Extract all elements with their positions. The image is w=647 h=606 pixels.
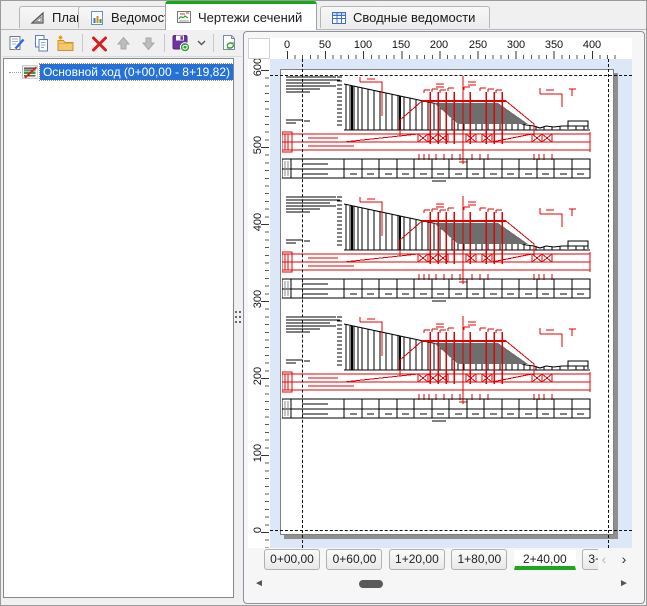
route-icon xyxy=(22,65,38,79)
cross-section-drawing xyxy=(282,194,594,304)
station-tab-0-60[interactable]: 0+60,00 xyxy=(326,549,382,570)
chevron-down-icon xyxy=(197,40,206,46)
horizontal-scrollbar[interactable]: ◄ ► xyxy=(244,576,644,592)
station-prev-button[interactable]: ‹ xyxy=(596,550,612,568)
refresh-document-button[interactable] xyxy=(219,32,241,54)
print-margin-line xyxy=(302,59,303,548)
copy-button[interactable] xyxy=(30,32,52,54)
arrow-down-icon xyxy=(139,34,158,53)
cross-section-drawing xyxy=(282,74,594,184)
hruler-label: 200 xyxy=(430,39,448,51)
tab-svodnye-vedomosti[interactable]: Сводные ведомости xyxy=(320,6,490,28)
drawing-canvas[interactable] xyxy=(270,59,632,548)
report-icon xyxy=(89,10,105,26)
new-folder-button[interactable] xyxy=(55,32,77,54)
vertical-ruler: 600 500 400 300 200 100 0 xyxy=(248,59,270,548)
hruler-label: 150 xyxy=(392,39,410,51)
tab-svodnye-label: Сводные ведомости xyxy=(353,10,475,25)
station-tabs: 0+00,00 0+60,00 1+20,00 1+80,00 2+40,00 … xyxy=(264,549,598,575)
save-icon xyxy=(171,33,191,53)
hruler-label: 250 xyxy=(469,39,487,51)
edit-button[interactable] xyxy=(6,32,28,54)
station-label: 0+00,00 xyxy=(270,552,314,566)
ruler-corner-box xyxy=(248,38,270,59)
print-margin-line xyxy=(270,530,632,531)
print-margin-line xyxy=(270,75,632,76)
station-tab-bar: 0+00,00 0+60,00 1+20,00 1+80,00 2+40,00 … xyxy=(244,548,644,574)
toolbar-separator xyxy=(164,34,165,52)
station-label: 2+40,00 xyxy=(523,552,567,566)
hruler-label: 100 xyxy=(354,39,372,51)
station-label: 0+60,00 xyxy=(333,552,377,566)
scroll-left-arrow[interactable]: ◄ xyxy=(253,578,265,590)
refresh-document-icon xyxy=(220,34,239,53)
main-tabbar: План Ведомости Чертежи сечений xyxy=(1,1,646,30)
hruler-major-ticks xyxy=(287,51,617,59)
hruler-label: 0 xyxy=(284,39,290,51)
vruler-major-ticks xyxy=(261,70,269,548)
sections-tree-panel: Основной ход (0+00,00 - 8+19,82) xyxy=(3,58,234,598)
tree-connector xyxy=(9,72,21,73)
tree-item-label: Основной ход (0+00,00 - 8+19,82) xyxy=(40,64,233,80)
toolbar-separator xyxy=(82,34,83,52)
drawing-viewer-panel: 0 50 100 150 200 250 300 350 400 600 500… xyxy=(243,31,645,604)
toolbar xyxy=(2,30,242,57)
delete-button[interactable] xyxy=(88,32,110,54)
new-folder-icon xyxy=(56,34,75,53)
station-tab-0-00[interactable]: 0+00,00 xyxy=(264,549,320,570)
plan-icon xyxy=(30,10,46,26)
station-tab-1-80[interactable]: 1+80,00 xyxy=(451,549,507,570)
hruler-label: 350 xyxy=(545,39,563,51)
scroll-right-arrow[interactable]: ► xyxy=(618,578,630,590)
hruler-label: 50 xyxy=(319,39,331,51)
horizontal-ruler: 0 50 100 150 200 250 300 350 400 xyxy=(270,38,632,59)
copy-icon xyxy=(32,34,51,53)
splitter-grip-icon xyxy=(235,310,242,326)
station-label: 1+20,00 xyxy=(395,552,439,566)
delete-x-icon xyxy=(90,34,109,53)
tab-chertezhi-label: Чертежи сечений xyxy=(198,10,302,25)
summary-table-icon xyxy=(331,10,347,26)
panel-splitter[interactable] xyxy=(234,58,243,598)
station-tab-1-20[interactable]: 1+20,00 xyxy=(389,549,445,570)
station-label: 1+80,00 xyxy=(458,552,502,566)
move-down-button[interactable] xyxy=(137,32,159,54)
edit-icon xyxy=(8,34,27,53)
move-up-button[interactable] xyxy=(113,32,135,54)
save-options-dropdown[interactable] xyxy=(195,32,208,54)
tab-chertezhi-sechenij[interactable]: Чертежи сечений xyxy=(165,1,317,30)
station-next-button[interactable]: › xyxy=(616,550,632,568)
tree-item-main-route[interactable]: Основной ход (0+00,00 - 8+19,82) xyxy=(4,63,233,81)
print-margin-line xyxy=(608,59,609,548)
scrollbar-thumb[interactable] xyxy=(359,580,383,588)
hruler-label: 400 xyxy=(583,39,601,51)
toolbar-separator xyxy=(213,34,214,52)
cross-section-drawing xyxy=(282,314,594,424)
app-window: План Ведомости Чертежи сечений xyxy=(0,0,647,606)
station-tab-2-40[interactable]: 2+40,00 xyxy=(514,550,576,570)
save-button[interactable] xyxy=(170,32,192,54)
hruler-label: 300 xyxy=(507,39,525,51)
arrow-up-icon xyxy=(114,34,133,53)
section-drawing-icon xyxy=(176,9,192,25)
